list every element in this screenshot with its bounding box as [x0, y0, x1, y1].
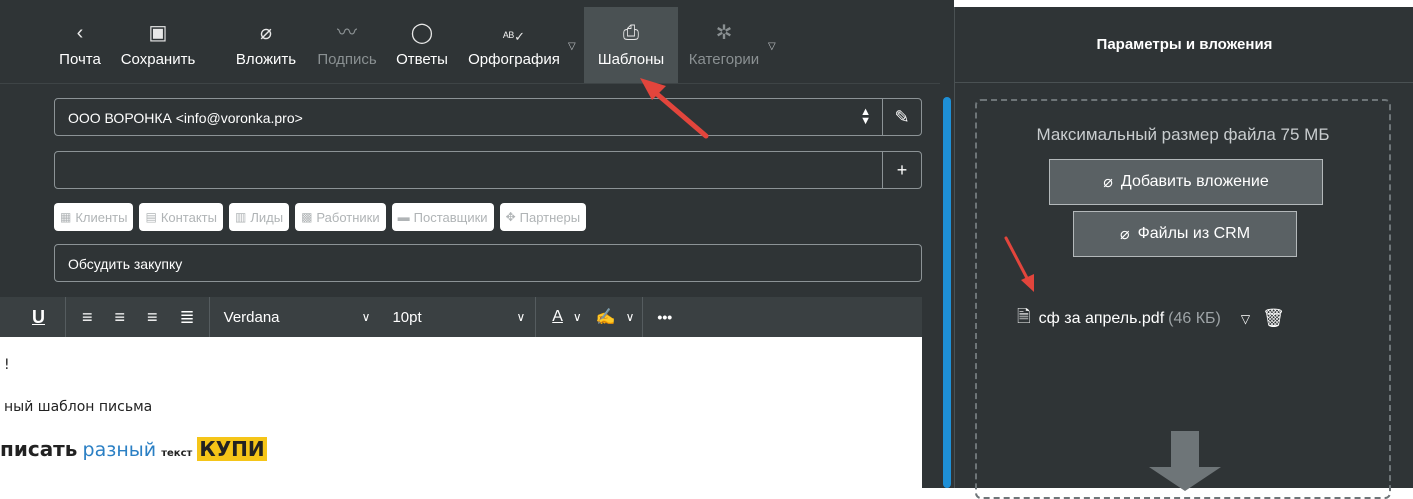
annotation-arrows — [640, 78, 1034, 292]
arrow-to-templates-icon — [640, 78, 709, 139]
arrow-to-file-icon — [1004, 236, 1034, 292]
